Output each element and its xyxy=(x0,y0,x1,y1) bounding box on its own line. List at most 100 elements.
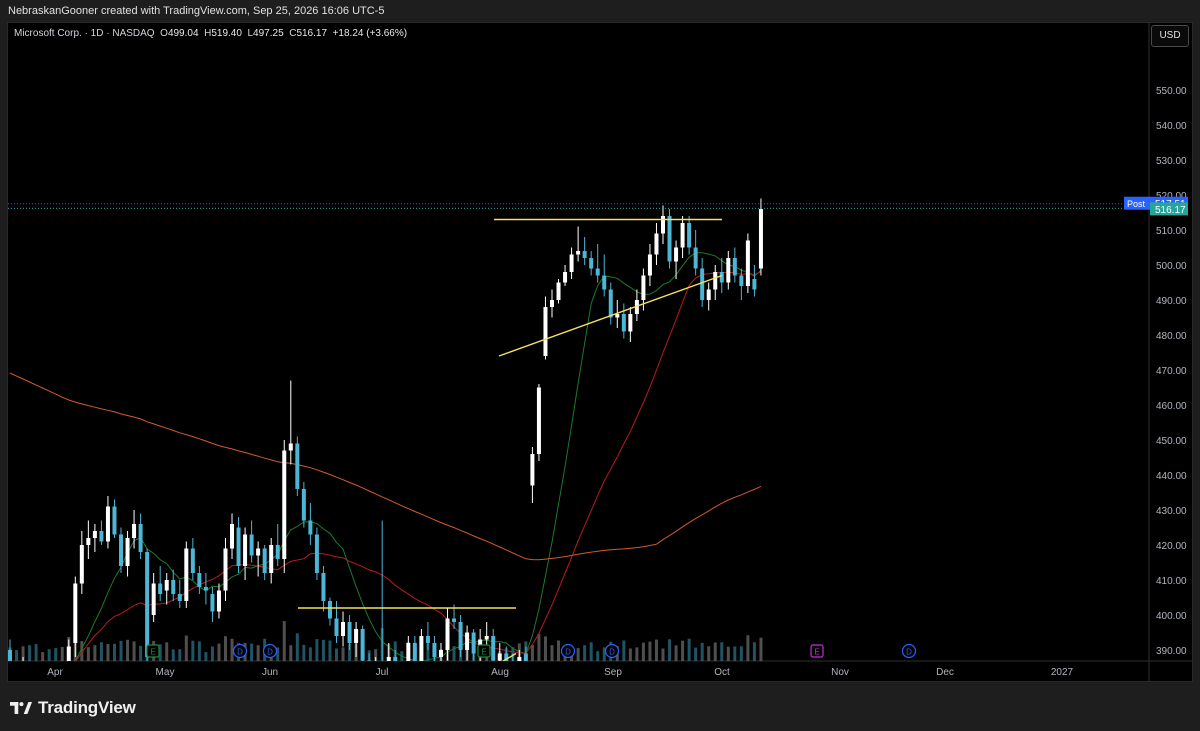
candle-body xyxy=(367,660,372,661)
candle-body xyxy=(177,594,182,601)
earnings-marker-label: E xyxy=(150,648,155,657)
candle-body xyxy=(295,443,300,489)
volume-bar xyxy=(204,652,208,661)
candle-body xyxy=(641,275,646,300)
volume-bar xyxy=(661,648,665,661)
price-tick-label: 490.00 xyxy=(1156,296,1187,307)
time-tick-label: Oct xyxy=(714,667,730,678)
volume-bar xyxy=(628,648,632,661)
candle-body xyxy=(34,671,38,675)
volume-bar xyxy=(622,640,626,661)
sma-long-line xyxy=(9,372,762,561)
candle-body xyxy=(216,590,221,612)
candle-body xyxy=(549,300,554,307)
volume-bar xyxy=(674,645,678,661)
price-tick-label: 440.00 xyxy=(1156,471,1187,482)
price-tick-label: 530.00 xyxy=(1156,156,1187,167)
earnings-marker-label: E xyxy=(814,648,819,657)
plot-area xyxy=(8,198,1148,679)
candle-body xyxy=(105,506,110,542)
candle-body xyxy=(661,216,665,234)
candle-body xyxy=(621,314,626,332)
volume-bar xyxy=(15,650,19,661)
volume-bar xyxy=(739,646,743,661)
candle-body xyxy=(112,506,117,535)
candle-body xyxy=(511,664,515,671)
price-tick-label: 470.00 xyxy=(1156,366,1187,377)
price-tick-label: 390.00 xyxy=(1156,646,1187,657)
volume-bar xyxy=(256,645,260,661)
price-tick-label: 430.00 xyxy=(1156,506,1187,517)
volume-bar xyxy=(106,644,110,661)
sma-short-line xyxy=(74,252,762,661)
volume-bar xyxy=(171,649,175,661)
candle-body xyxy=(301,489,306,521)
candle-body xyxy=(28,664,32,671)
volume-bar xyxy=(759,637,763,661)
candle-body xyxy=(556,282,561,300)
tradingview-brand: TradingView xyxy=(38,698,136,717)
volume-bar xyxy=(165,642,169,661)
candle-body xyxy=(158,583,163,594)
candle-body xyxy=(66,646,71,661)
volume-bar xyxy=(328,640,332,661)
candle-body xyxy=(530,454,535,486)
currency-button[interactable]: USD xyxy=(1151,25,1189,47)
candle-body xyxy=(341,622,346,636)
candle-body xyxy=(667,216,672,262)
price-tick-label: 500.00 xyxy=(1156,261,1187,272)
price-tick-label: 480.00 xyxy=(1156,331,1187,342)
time-tick-label: Nov xyxy=(831,667,849,678)
volume-bar xyxy=(289,645,293,661)
candle-body xyxy=(491,636,496,661)
tradingview-logo[interactable]: TradingView xyxy=(10,698,136,718)
volume-bar xyxy=(28,645,32,661)
candle-body xyxy=(419,636,424,661)
candle-body xyxy=(713,272,718,290)
candlestick-chart[interactable]: 550.00540.00530.00520.00510.00500.00490.… xyxy=(0,0,1200,731)
candle-body xyxy=(687,223,692,248)
candle-body xyxy=(327,601,332,619)
volume-bar xyxy=(752,642,756,661)
candle-body xyxy=(602,275,607,290)
dividend-marker-label: D xyxy=(609,648,615,657)
volume-bar xyxy=(308,647,312,661)
volume-bar xyxy=(583,645,587,661)
candle-body xyxy=(256,548,261,556)
symbol-legend: Microsoft Corp. · 1D · NASDAQ O499.04 H5… xyxy=(14,28,407,39)
open-value: 499.04 xyxy=(167,28,199,39)
volume-bar xyxy=(54,648,58,661)
earnings-marker-label: E xyxy=(481,648,486,657)
volume-bar xyxy=(99,642,103,661)
volume-bar xyxy=(93,645,97,661)
candle-body xyxy=(243,534,248,566)
dividend-marker-label: D xyxy=(906,648,912,657)
time-tick-label: Aug xyxy=(491,667,509,678)
candle-body xyxy=(484,636,489,640)
volume-bar xyxy=(34,644,38,661)
volume-bar xyxy=(687,638,691,661)
price-tick-label: 420.00 xyxy=(1156,541,1187,552)
volume-bar xyxy=(197,641,201,661)
candle-body xyxy=(589,258,594,269)
volume-bar xyxy=(537,633,541,661)
candle-body xyxy=(458,622,463,650)
candle-body xyxy=(406,643,411,661)
candle-body xyxy=(60,678,64,679)
volume-bar xyxy=(321,639,325,661)
volume-bar xyxy=(720,642,724,661)
candle-body xyxy=(334,618,339,636)
volume-bar xyxy=(302,644,306,661)
volume-bar xyxy=(41,652,45,661)
volume-bar xyxy=(282,621,286,661)
time-tick-label: Apr xyxy=(47,667,63,678)
candle-body xyxy=(288,443,293,451)
volume-bar xyxy=(635,647,639,661)
volume-bar xyxy=(543,636,547,661)
volume-bar xyxy=(60,647,64,661)
candle-body xyxy=(425,636,430,643)
candle-body xyxy=(262,548,267,573)
candle-body xyxy=(203,587,208,591)
candle-body xyxy=(354,629,359,643)
candle-body xyxy=(184,548,189,601)
